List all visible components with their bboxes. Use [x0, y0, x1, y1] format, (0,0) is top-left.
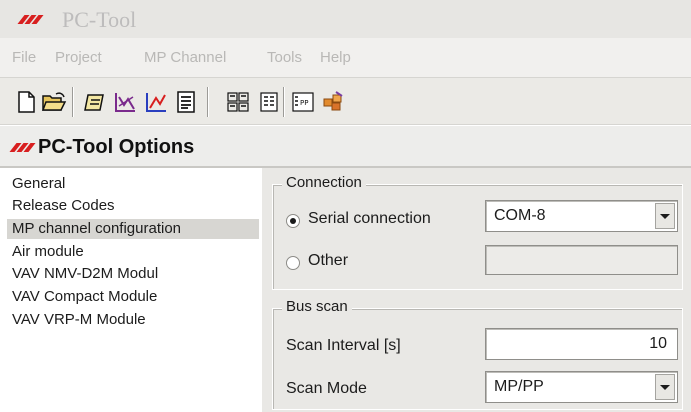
nav-item-general[interactable]: General	[12, 174, 65, 194]
settings-panel: Connection Serial connection COM-8 Other…	[262, 168, 691, 412]
list-icon[interactable]	[256, 89, 282, 115]
com-port-select[interactable]: COM-8	[485, 200, 678, 232]
connection-legend: Connection	[282, 174, 366, 191]
scan-interval-value: 10	[649, 335, 667, 352]
options-title: PC-Tool Options	[38, 136, 195, 158]
options-header: PC-Tool Options	[0, 126, 691, 168]
open-folder-icon[interactable]	[41, 89, 67, 115]
brand-logo-icon	[9, 140, 36, 152]
other-connection-radio[interactable]	[286, 256, 300, 270]
nav-item-vav-nmv-d2m-modul[interactable]: VAV NMV-D2M Modul	[12, 264, 158, 284]
nav-item-mp-channel-configuration[interactable]: MP channel configuration	[7, 219, 259, 239]
nav-item-vav-compact-module[interactable]: VAV Compact Module	[12, 287, 157, 307]
chevron-down-icon[interactable]	[655, 374, 675, 400]
nav-item-air-module[interactable]: Air module	[12, 242, 84, 262]
report-icon[interactable]	[173, 89, 199, 115]
menu-tools[interactable]: Tools	[267, 49, 302, 66]
toolbar-separator	[207, 87, 209, 117]
scan-mode-select[interactable]: MP/PP	[485, 371, 678, 403]
export-icon[interactable]	[320, 89, 346, 115]
edit-icon[interactable]	[82, 89, 108, 115]
toolbar: PP	[0, 77, 691, 125]
toolbar-separator	[283, 87, 285, 117]
menu-file[interactable]: File	[12, 49, 36, 66]
app-title: PC-Tool	[62, 7, 137, 32]
other-connection-label: Other	[308, 252, 349, 269]
graph-icon[interactable]	[112, 89, 138, 115]
serial-connection-radio[interactable]	[286, 214, 300, 228]
scan-interval-label: Scan Interval [s]	[286, 337, 401, 354]
new-document-icon[interactable]	[13, 89, 39, 115]
svg-text:PP: PP	[300, 99, 308, 107]
serial-connection-label: Serial connection	[308, 210, 431, 227]
com-port-value: COM-8	[494, 207, 546, 224]
other-connection-input[interactable]	[485, 245, 678, 275]
menu-mp-channel[interactable]: MP Channel	[144, 49, 226, 66]
bpp-icon[interactable]: PP	[290, 89, 316, 115]
toolbar-separator	[72, 87, 74, 117]
scan-mode-label: Scan Mode	[286, 380, 367, 397]
nav-item-release-codes[interactable]: Release Codes	[12, 196, 115, 216]
bus-scan-legend: Bus scan	[282, 298, 352, 315]
menu-bar: File Project MP Channel Tools Help	[0, 38, 691, 77]
trend-chart-icon[interactable]	[143, 89, 169, 115]
nav-item-vav-vrp-m-module[interactable]: VAV VRP-M Module	[12, 310, 146, 330]
title-bar: PC-Tool	[0, 0, 691, 38]
scan-mode-value: MP/PP	[494, 378, 544, 395]
brand-logo-icon	[17, 12, 44, 24]
menu-project[interactable]: Project	[55, 49, 102, 66]
chevron-down-icon[interactable]	[655, 203, 675, 229]
scan-icon[interactable]	[225, 89, 251, 115]
scan-interval-input[interactable]: 10	[485, 328, 678, 360]
menu-help[interactable]: Help	[320, 49, 351, 66]
options-nav-list: General Release Codes MP channel configu…	[0, 172, 259, 412]
